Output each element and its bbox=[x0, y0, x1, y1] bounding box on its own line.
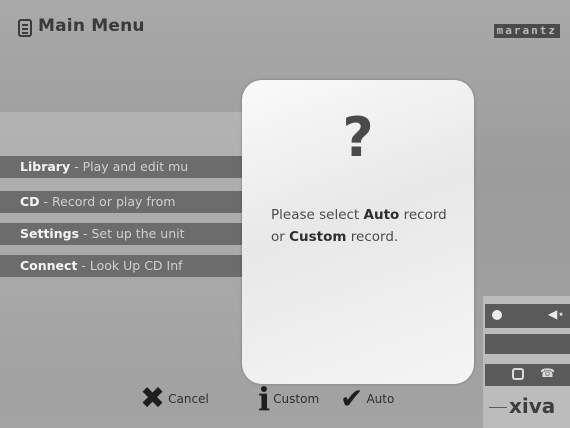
menu-item-label: CD bbox=[20, 194, 40, 209]
page-title: Main Menu bbox=[38, 16, 145, 36]
menu-item-label: Settings bbox=[20, 226, 80, 241]
custom-button[interactable]: i Custom bbox=[258, 383, 319, 415]
record-dot-icon bbox=[492, 310, 502, 320]
xiva-logo: xiva bbox=[485, 392, 570, 420]
menu-item-desc: - Play and edit mu bbox=[70, 159, 189, 174]
menu-item-desc: - Look Up CD Inf bbox=[77, 258, 183, 273]
menu-item-label: Connect bbox=[20, 258, 78, 273]
question-mark-icon: ? bbox=[342, 106, 374, 169]
disc-icon[interactable] bbox=[512, 368, 524, 380]
info-icon: i bbox=[258, 380, 271, 418]
checkmark-icon: ✔ bbox=[340, 382, 364, 415]
menu-item-settings[interactable]: Settings - Set up the unit bbox=[0, 223, 262, 245]
menu-item-desc: - Record or play from bbox=[39, 194, 176, 209]
brand-logo: marantz bbox=[493, 24, 560, 38]
cancel-button[interactable]: ✖ Cancel bbox=[140, 383, 209, 415]
menu-panel bbox=[0, 112, 262, 384]
volume-icon: ◀⋆ bbox=[548, 307, 565, 321]
custom-label: Custom bbox=[273, 392, 320, 406]
status-bar bbox=[485, 334, 570, 354]
menu-item-desc: - Set up the unit bbox=[79, 226, 185, 241]
x-icon: ✖ bbox=[140, 381, 166, 416]
phone-icon[interactable]: ☎ bbox=[540, 366, 555, 380]
selection-dialog: ? Please select Auto record or Custom re… bbox=[242, 80, 474, 384]
menu-item-library[interactable]: Library - Play and edit mu bbox=[0, 156, 262, 178]
dialog-message: Please select Auto record or Custom reco… bbox=[271, 207, 447, 245]
auto-button[interactable]: ✔ Auto bbox=[340, 383, 394, 415]
main-menu-icon bbox=[18, 19, 32, 37]
menu-item-label: Library bbox=[20, 159, 71, 174]
menu-item-connect[interactable]: Connect - Look Up CD Inf bbox=[0, 255, 262, 277]
auto-label: Auto bbox=[366, 392, 395, 406]
quick-icons-bar bbox=[485, 364, 570, 386]
menu-item-cd[interactable]: CD - Record or play from bbox=[0, 191, 262, 213]
cancel-label: Cancel bbox=[168, 392, 209, 406]
